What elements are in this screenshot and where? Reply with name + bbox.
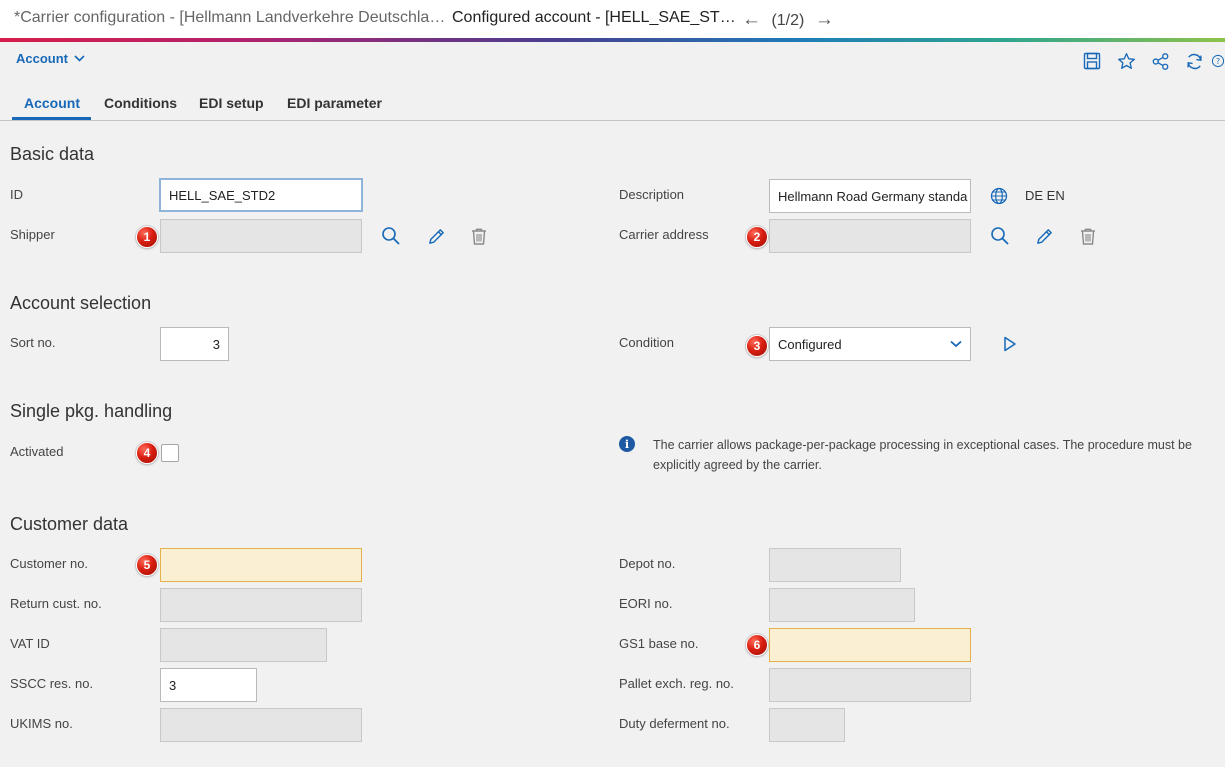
- condition-selected-value: Configured: [778, 336, 842, 352]
- window-tab-configured-account[interactable]: Configured account - [HELL_SAE_ST…: [452, 9, 736, 27]
- callout-badge-1: 1: [136, 226, 158, 248]
- record-position: (1/2): [771, 12, 805, 29]
- language-codes[interactable]: DE EN: [1025, 188, 1065, 203]
- refresh-icon[interactable]: [1177, 50, 1211, 72]
- ukims-no-label: UKIMS no.: [10, 716, 73, 731]
- play-icon[interactable]: [999, 333, 1021, 355]
- shipper-search-icon[interactable]: [380, 225, 402, 247]
- pallet-exch-reg-no-label: Pallet exch. reg. no.: [619, 676, 734, 691]
- condition-label: Condition: [619, 335, 674, 350]
- gs1-base-no-field[interactable]: [769, 628, 971, 662]
- save-icon[interactable]: [1075, 50, 1109, 72]
- section-title-customer-data: Customer data: [10, 514, 129, 534]
- id-field[interactable]: HELL_SAE_STD2: [159, 178, 363, 212]
- svg-text:?: ?: [1216, 57, 1220, 66]
- star-icon[interactable]: [1109, 50, 1143, 72]
- record-navigation: ← (1/2) →: [742, 9, 840, 31]
- carrier-address-edit-icon[interactable]: [1033, 225, 1055, 247]
- pallet-exch-reg-no-field[interactable]: [769, 668, 971, 702]
- tab-bar: Account Conditions EDI setup EDI paramet…: [0, 86, 1225, 121]
- id-label: ID: [10, 187, 23, 202]
- account-menu-button[interactable]: Account: [16, 51, 85, 66]
- title-bar: *Carrier configuration - [Hellmann Landv…: [0, 0, 1225, 38]
- depot-no-field[interactable]: [769, 548, 901, 582]
- depot-no-label: Depot no.: [619, 556, 676, 571]
- shipper-label: Shipper: [10, 227, 55, 242]
- shipper-delete-icon[interactable]: [468, 225, 490, 247]
- sscc-res-no-label: SSCC res. no.: [10, 676, 94, 691]
- carrier-address-delete-icon[interactable]: [1077, 225, 1099, 247]
- share-icon[interactable]: [1143, 50, 1177, 72]
- single-pkg-info-text: The carrier allows package-per-package p…: [653, 438, 1192, 472]
- vat-id-field[interactable]: [160, 628, 327, 662]
- section-title-basic-data: Basic data: [10, 144, 95, 164]
- account-menu-label: Account: [16, 51, 68, 66]
- chevron-down-icon: [74, 55, 85, 62]
- carrier-address-label: Carrier address: [619, 227, 709, 242]
- return-cust-no-field[interactable]: [160, 588, 362, 622]
- carrier-address-search-icon[interactable]: [989, 225, 1011, 247]
- toolbar: Account ?: [0, 42, 1225, 80]
- window-tab-carrier-configuration[interactable]: *Carrier configuration - [Hellmann Landv…: [14, 9, 445, 27]
- vat-id-label: VAT ID: [10, 636, 50, 651]
- chevron-down-icon: [950, 340, 962, 348]
- sort-no-label: Sort no.: [10, 335, 56, 350]
- sort-no-field[interactable]: 3: [160, 327, 229, 361]
- condition-select[interactable]: Configured: [769, 327, 971, 361]
- section-title-single-pkg-handling: Single pkg. handling: [10, 401, 173, 421]
- return-cust-no-label: Return cust. no.: [10, 596, 102, 611]
- section-title-account-selection: Account selection: [10, 293, 152, 313]
- eori-no-label: EORI no.: [619, 596, 673, 611]
- callout-badge-3: 3: [746, 335, 768, 357]
- shipper-edit-icon[interactable]: [425, 225, 447, 247]
- next-record-button[interactable]: →: [815, 9, 834, 30]
- gs1-base-no-label: GS1 base no.: [619, 636, 699, 651]
- info-icon: i: [619, 436, 635, 452]
- toolbar-actions: ?: [1075, 50, 1225, 72]
- description-field[interactable]: Hellmann Road Germany standa: [769, 179, 971, 213]
- tab-edi-parameter[interactable]: EDI parameter: [287, 95, 382, 111]
- shipper-field[interactable]: [160, 219, 362, 253]
- callout-badge-5: 5: [136, 554, 158, 576]
- previous-record-button[interactable]: ←: [742, 9, 761, 30]
- globe-icon[interactable]: [988, 185, 1010, 207]
- callout-badge-4: 4: [136, 442, 158, 464]
- callout-badge-6: 6: [746, 634, 768, 656]
- duty-deferment-no-field[interactable]: [769, 708, 845, 742]
- customer-no-field[interactable]: [160, 548, 362, 582]
- tab-edi-setup[interactable]: EDI setup: [199, 95, 264, 111]
- duty-deferment-no-label: Duty deferment no.: [619, 716, 730, 731]
- tab-conditions[interactable]: Conditions: [104, 95, 177, 111]
- tab-account[interactable]: Account: [24, 95, 80, 111]
- ukims-no-field[interactable]: [160, 708, 362, 742]
- callout-badge-2: 2: [746, 226, 768, 248]
- help-icon[interactable]: ?: [1211, 50, 1225, 72]
- activated-checkbox[interactable]: [161, 444, 179, 462]
- carrier-address-field[interactable]: [769, 219, 971, 253]
- eori-no-field[interactable]: [769, 588, 915, 622]
- customer-no-label: Customer no.: [10, 556, 89, 571]
- sscc-res-no-field[interactable]: 3: [160, 668, 257, 702]
- active-tab-indicator: [12, 117, 91, 120]
- description-label: Description: [619, 187, 685, 202]
- activated-label: Activated: [10, 444, 64, 459]
